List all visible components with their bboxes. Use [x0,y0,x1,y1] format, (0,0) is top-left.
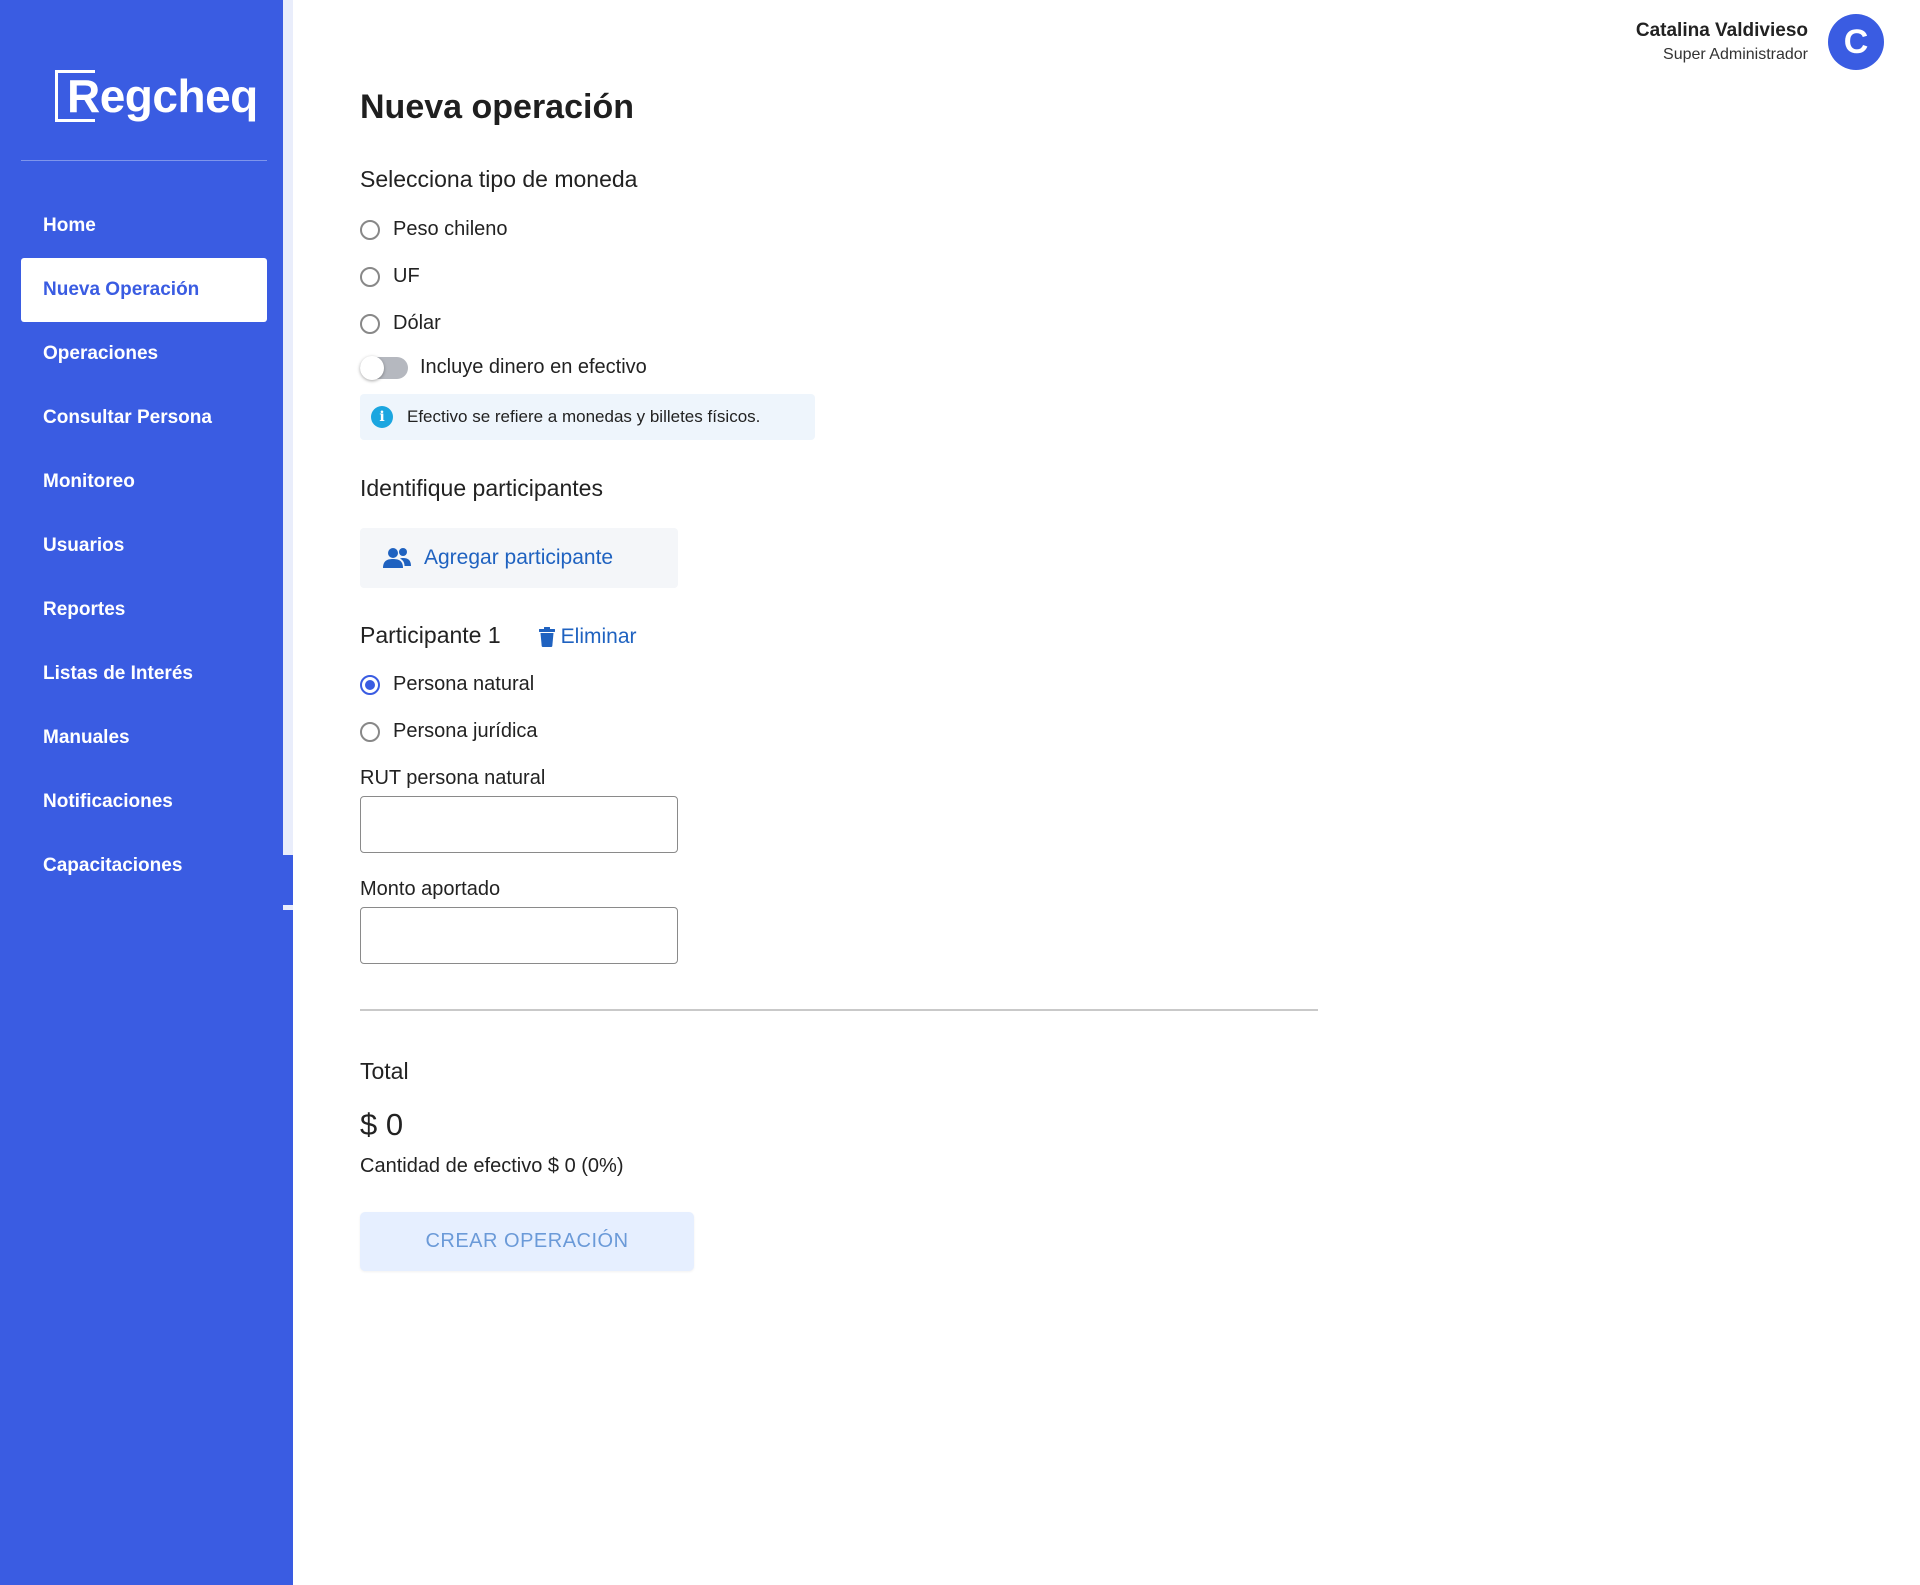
radio-button[interactable] [360,721,380,742]
sidebar-item-monitoreo[interactable]: Monitoreo [21,450,267,514]
delete-label: Eliminar [560,625,637,648]
radio-persona-natural[interactable]: Persona natural [360,673,534,696]
add-participant-button[interactable]: Agregar participante [360,528,678,588]
currency-section-title: Selecciona tipo de moneda [360,166,638,192]
sidebar-item-reportes[interactable]: Reportes [21,578,267,642]
radio-button[interactable] [360,674,380,695]
logo-text: Regcheq [67,70,258,122]
create-operation-button[interactable]: CREAR OPERACIÓN [360,1212,694,1271]
participant-title: Participante 1 [360,621,501,648]
avatar[interactable]: C [1828,14,1884,70]
amount-field-label: Monto aportado [360,878,501,900]
sidebar-item-capacitaciones[interactable]: Capacitaciones [21,834,267,898]
section-divider [360,1009,1318,1011]
radio-button[interactable] [360,219,380,240]
sidebar-item-manuales[interactable]: Manuales [21,706,267,770]
total-label: Total [360,1058,409,1084]
sidebar-item-listas-de-interes[interactable]: Listas de Interés [21,642,267,706]
radio-label: Dólar [393,312,441,334]
sidebar-divider [21,160,267,161]
radio-button[interactable] [360,313,380,334]
users-icon [383,548,411,568]
radio-button[interactable] [360,266,380,287]
sidebar-nav: Home Nueva Operación Operaciones Consult… [21,194,267,898]
radio-dolar[interactable]: Dólar [360,312,441,335]
radio-persona-juridica[interactable]: Persona jurídica [360,720,538,743]
cash-toggle-label: Incluye dinero en efectivo [420,356,647,378]
cash-info-note: i Efectivo se refiere a monedas y billet… [360,394,815,440]
trash-icon [538,627,555,647]
sidebar-item-notificaciones[interactable]: Notificaciones [21,770,267,834]
sidebar-item-usuarios[interactable]: Usuarios [21,514,267,578]
page-title: Nueva operación [360,88,634,126]
info-text: Efectivo se refiere a monedas y billetes… [407,407,761,426]
delete-participant-button[interactable]: Eliminar [538,625,637,649]
radio-peso-chileno[interactable]: Peso chileno [360,218,508,241]
participants-section-title: Identifique participantes [360,475,603,501]
radio-label: UF [393,265,420,287]
sidebar-scrollbar-thumb[interactable] [283,855,293,905]
sidebar-item-home[interactable]: Home [21,194,267,258]
total-value: $ 0 [360,1107,404,1142]
user-role: Super Administrador [1663,46,1808,63]
info-icon: i [371,406,393,428]
cash-toggle-switch[interactable] [360,355,408,380]
sidebar: Regcheq Home Nueva Operación Operaciones… [0,0,293,1585]
amount-input[interactable] [360,907,678,964]
add-participant-label: Agregar participante [424,546,614,569]
sidebar-item-nueva-operacion[interactable]: Nueva Operación [21,258,267,322]
logo-frame-icon [55,70,95,122]
user-menu[interactable]: Catalina Valdivieso Super Administrador … [1636,14,1884,70]
radio-uf[interactable]: UF [360,265,420,288]
sidebar-scrollbar[interactable] [283,0,293,910]
user-info: Catalina Valdivieso Super Administrador [1636,20,1808,64]
cash-toggle-row: Incluye dinero en efectivo [360,355,647,380]
regcheq-logo[interactable]: Regcheq [55,68,258,124]
rut-field-label: RUT persona natural [360,767,546,789]
radio-label: Persona natural [393,673,535,695]
radio-label: Persona jurídica [393,720,538,742]
sidebar-item-operaciones[interactable]: Operaciones [21,322,267,386]
radio-label: Peso chileno [393,218,508,240]
participant-header: Participante 1 Eliminar [360,621,637,649]
user-name: Catalina Valdivieso [1635,20,1808,41]
rut-input[interactable] [360,796,678,853]
cash-amount-text: Cantidad de efectivo $ 0 (0%) [360,1155,624,1177]
sidebar-item-consultar-persona[interactable]: Consultar Persona [21,386,267,450]
